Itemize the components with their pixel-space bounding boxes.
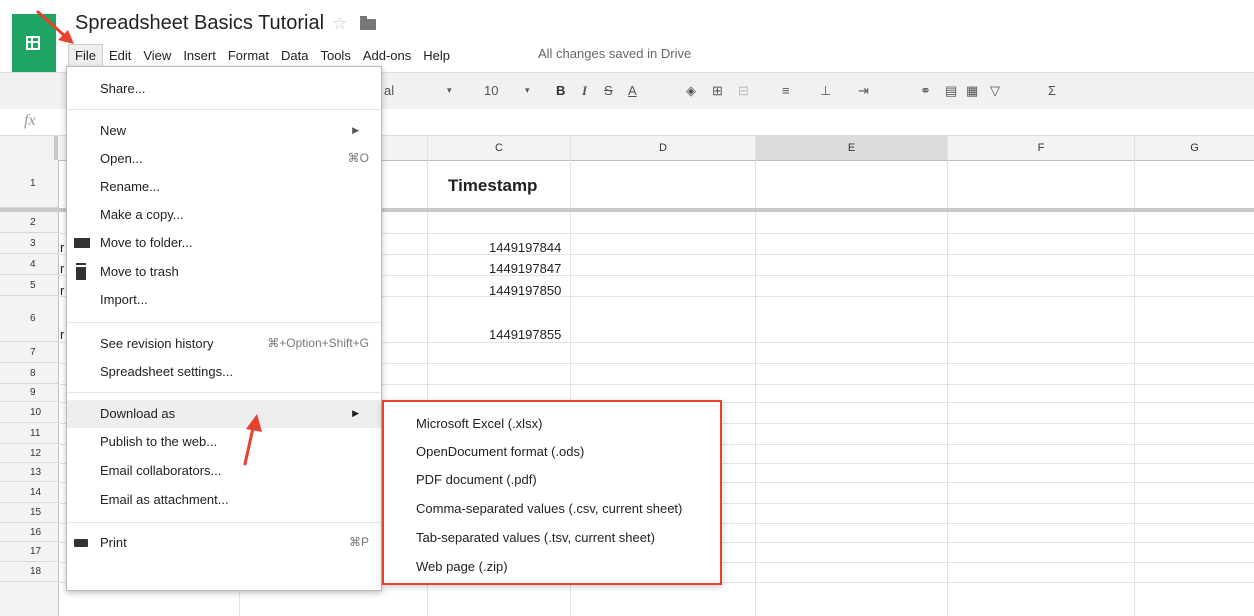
annotation-arrow-file-icon — [36, 10, 74, 44]
annotation-arrows — [36, 10, 262, 466]
annotation-arrow-download-icon — [243, 414, 262, 466]
